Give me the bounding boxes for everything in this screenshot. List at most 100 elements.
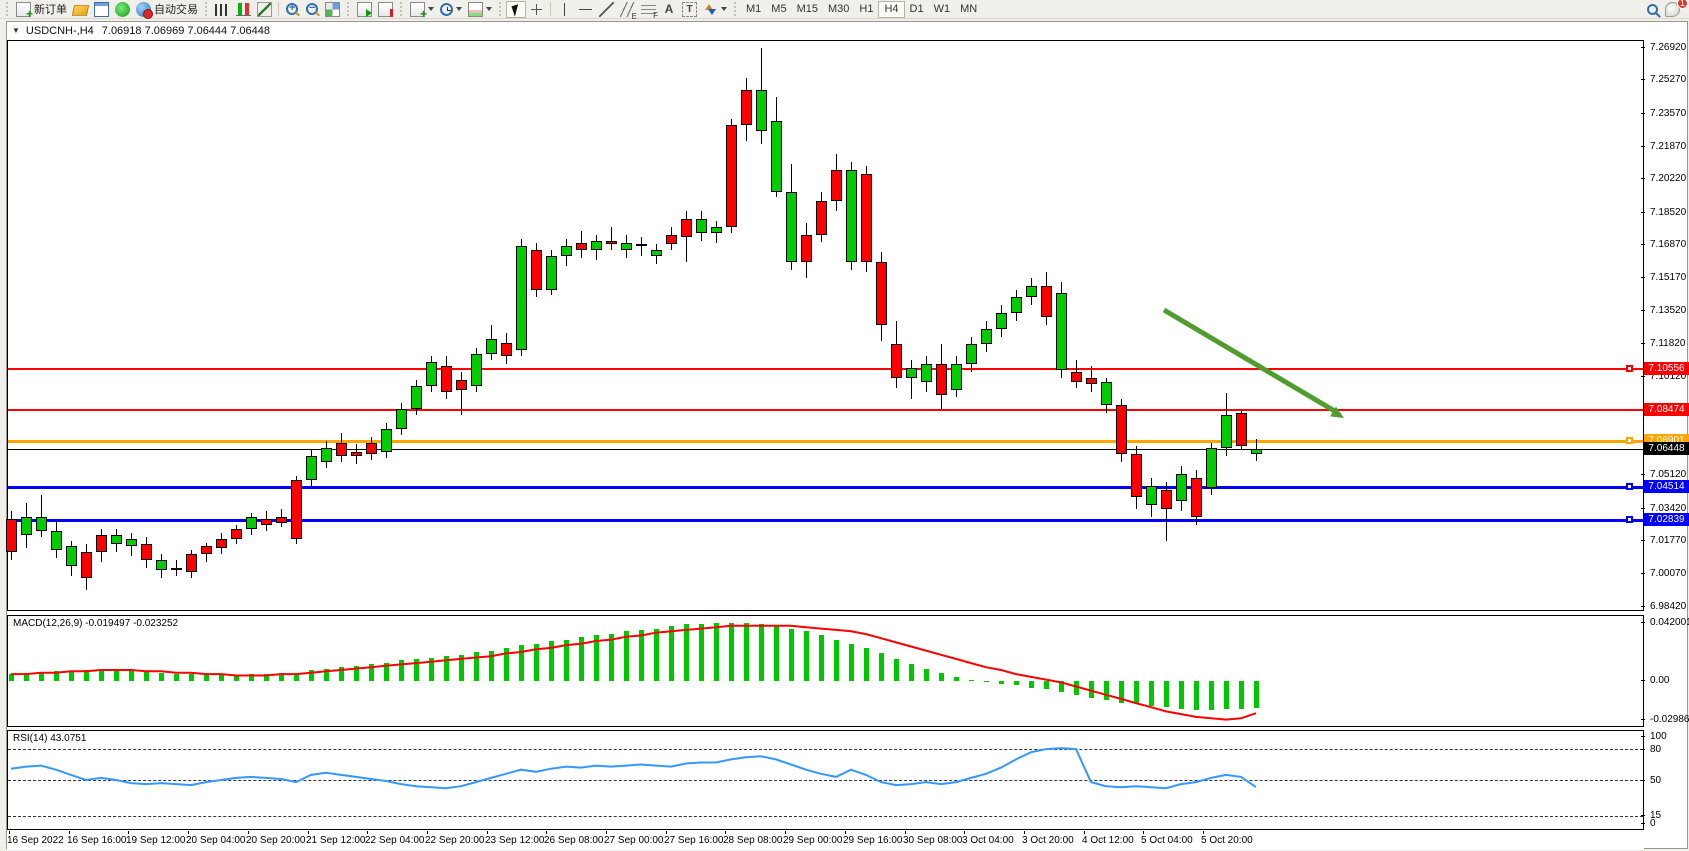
time-tick: [367, 831, 368, 834]
time-tick-label: 16 Sep 16:00: [67, 835, 127, 846]
toolbar-grip[interactable]: [346, 2, 351, 16]
price-tick: [1641, 113, 1645, 114]
time-tick: [248, 831, 249, 834]
market-watch-button[interactable]: [91, 1, 112, 18]
toolbar-grip[interactable]: [204, 2, 209, 16]
time-tick: [905, 831, 906, 834]
price-tick: [1641, 277, 1645, 278]
timeframe-d1[interactable]: D1: [905, 1, 929, 18]
timeframe-m15[interactable]: M15: [792, 1, 823, 18]
price-badge: 7.02839: [1644, 513, 1689, 526]
timeframe-mn[interactable]: MN: [955, 1, 982, 18]
line-chart-icon: [257, 2, 272, 17]
price-tick-label: 7.21870: [1650, 141, 1686, 152]
notification-badge: 1: [1677, 0, 1688, 9]
indicators-button[interactable]: [465, 1, 495, 18]
line-chart-button[interactable]: [254, 1, 275, 18]
auto-scroll-button[interactable]: [354, 1, 375, 18]
zoom-in-button[interactable]: [282, 1, 302, 18]
timeframe-w1[interactable]: W1: [929, 1, 956, 18]
timeframe-h4[interactable]: H4: [878, 1, 904, 18]
time-tick-label: 27 Sep 00:00: [604, 835, 664, 846]
price-tick-label: 7.05120: [1650, 469, 1686, 480]
bar-chart-button[interactable]: [212, 1, 233, 18]
rsi-axis-label: 100: [1650, 731, 1667, 742]
macd-axis-tick: [1641, 719, 1645, 720]
time-tick: [128, 831, 129, 834]
timeframe-m5[interactable]: M5: [766, 1, 791, 18]
time-tick: [69, 831, 70, 834]
text-tool-button[interactable]: A: [659, 1, 679, 18]
price-tick-label: 7.01770: [1650, 535, 1686, 546]
rsi-axis-tick: [1641, 780, 1645, 781]
fibonacci-tool-button[interactable]: [638, 1, 659, 18]
price-tick-label: 7.18520: [1650, 207, 1686, 218]
price-tick: [1641, 376, 1645, 377]
price-tick: [1641, 212, 1645, 213]
macd-pane[interactable]: MACD(12,26,9) -0.019497 -0.023252: [7, 615, 1644, 727]
vertical-line-tool-button[interactable]: [554, 1, 575, 18]
chevron-down-icon: [428, 7, 434, 11]
timeframe-h1[interactable]: H1: [854, 1, 878, 18]
macd-axis-label: 0.042001: [1650, 617, 1689, 628]
channel-tool-button[interactable]: [617, 1, 638, 18]
macd-signal-line: [8, 616, 1643, 726]
search-button[interactable]: [1642, 1, 1662, 18]
arrows-icon: [703, 2, 718, 17]
search-icon: [1647, 4, 1658, 15]
tile-windows-icon: [325, 2, 340, 17]
tile-windows-button[interactable]: [322, 1, 343, 18]
text-label-icon: T: [682, 2, 697, 17]
toolbar-grip[interactable]: [399, 2, 404, 16]
clock-icon: [440, 3, 453, 16]
price-tick: [1641, 540, 1645, 541]
timeframe-m30[interactable]: M30: [823, 1, 854, 18]
time-axis[interactable]: 16 Sep 202216 Sep 16:0019 Sep 12:0020 Se…: [7, 831, 1644, 850]
rsi-axis-tick: [1641, 823, 1645, 824]
new-order-button[interactable]: 新订单: [13, 1, 70, 18]
price-chart-pane[interactable]: [7, 40, 1644, 611]
fibonacci-icon: [641, 5, 656, 16]
cursor-icon: [511, 4, 521, 17]
rsi-axis-tick: [1641, 736, 1645, 737]
price-tick: [1641, 573, 1645, 574]
price-tick-label: 7.00070: [1650, 568, 1686, 579]
chart-shift-button[interactable]: [375, 1, 396, 18]
crosshair-tool-button[interactable]: [526, 1, 547, 18]
candlestick-chart-button[interactable]: [233, 1, 254, 18]
trend-arrow-annotation[interactable]: [8, 41, 1643, 610]
time-tick-label: 20 Sep 20:00: [246, 835, 306, 846]
chevron-down-icon: [721, 7, 727, 11]
collapse-icon[interactable]: ▼: [12, 26, 20, 35]
price-tick-label: 7.16870: [1650, 239, 1686, 250]
time-tick: [487, 831, 488, 834]
timeframe-m1[interactable]: M1: [741, 1, 766, 18]
horizontal-line-tool-button[interactable]: [575, 1, 596, 18]
price-badge: 7.10556: [1644, 362, 1689, 375]
chevron-down-icon: [486, 7, 492, 11]
autotrade-button[interactable]: 自动交易: [133, 1, 201, 18]
new-chart-button[interactable]: [407, 1, 437, 18]
toolbar-grip[interactable]: [733, 2, 738, 16]
toolbar-grip[interactable]: [5, 2, 10, 16]
time-tick-label: 3 Oct 20:00: [1022, 835, 1074, 846]
rsi-pane[interactable]: RSI(14) 43.0751: [7, 730, 1644, 830]
timeframe-bar: M1M5M15M30H1H4D1W1MN: [741, 1, 982, 18]
arrows-tool-button[interactable]: [700, 1, 730, 18]
time-tick-label: 23 Sep 12:00: [485, 835, 545, 846]
signal-icon: [115, 2, 130, 17]
zoom-out-button[interactable]: [302, 1, 322, 18]
chart-titlebar: ▼ USDCNH-,H4 7.06918 7.06969 7.06444 7.0…: [7, 22, 1687, 39]
toolbar-grip[interactable]: [498, 2, 503, 16]
autotrade-icon: [136, 2, 151, 17]
text-label-tool-button[interactable]: T: [679, 1, 700, 18]
price-tick-label: 7.11820: [1650, 338, 1685, 349]
period-button[interactable]: [437, 1, 465, 18]
price-tick: [1641, 146, 1645, 147]
chart-shift-icon: [378, 2, 393, 17]
trendline-tool-button[interactable]: [596, 1, 617, 18]
notifications-button[interactable]: 1: [1662, 1, 1683, 18]
cursor-tool-button[interactable]: [506, 1, 526, 18]
gold-button[interactable]: [70, 1, 91, 18]
signals-button[interactable]: [112, 1, 133, 18]
